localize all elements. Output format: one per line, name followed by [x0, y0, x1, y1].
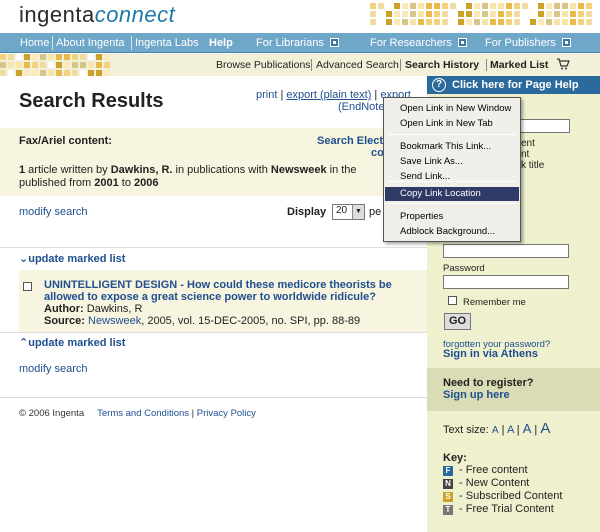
signup-link[interactable]: Sign up here	[443, 389, 510, 401]
subnav-decoration	[0, 54, 110, 76]
text-size-xlarge[interactable]: A	[540, 420, 550, 437]
terms-link[interactable]: Terms and Conditions	[97, 408, 189, 419]
search-electronic-link[interactable]: Search Elect	[317, 135, 383, 147]
modify-search-link[interactable]: modify search	[19, 363, 87, 375]
source-link[interactable]: Newsweek	[88, 315, 141, 327]
content-type-icon: F	[443, 466, 453, 476]
text-size-small[interactable]: A	[492, 425, 499, 436]
result-author: Author: Dawkins, R	[44, 303, 143, 315]
context-menu: Open Link in New Window Open Link in New …	[383, 97, 521, 242]
key-item: N - New Content	[443, 477, 529, 489]
key-item-label: - Free content	[456, 464, 528, 476]
chevron-down-icon: ⌄	[19, 253, 29, 265]
nav-labs[interactable]: Ingenta Labs	[135, 37, 199, 49]
context-menu-item[interactable]: Adblock Background...	[385, 225, 519, 239]
context-menu-item[interactable]: Open Link in New Tab	[385, 117, 519, 131]
chevron-down-icon: ▼	[352, 205, 364, 219]
browse-publications-link[interactable]: Browse Publications	[216, 59, 311, 71]
option-fragment: nt	[521, 149, 530, 160]
help-icon: ?	[432, 78, 446, 92]
page-help-button[interactable]: ? Click here for Page Help	[427, 76, 600, 94]
option-fragment: ent	[521, 138, 535, 149]
username-field[interactable]	[443, 244, 569, 258]
chevron-up-icon: ⌃	[19, 337, 29, 349]
header: ingentaconnect	[0, 0, 600, 33]
menu-separator	[388, 134, 516, 135]
divider	[0, 247, 427, 248]
menu-separator	[388, 203, 516, 204]
export-plain-text-link[interactable]: export (plain text)	[286, 89, 371, 101]
privacy-link[interactable]: Privacy Policy	[197, 408, 256, 419]
go-button[interactable]: GO	[444, 313, 471, 330]
nav-home[interactable]: Home	[20, 37, 49, 49]
display-label: Display	[287, 206, 327, 218]
key-title: Key:	[443, 452, 467, 464]
key-item-label: - Subscribed Content	[456, 490, 563, 502]
nav-librarians[interactable]: For Librarians	[256, 37, 339, 49]
divider	[0, 397, 427, 398]
context-menu-item[interactable]: Copy Link Location	[385, 187, 519, 201]
fax-ariel-label: Fax/Ariel content:	[19, 135, 112, 147]
athens-signin-link[interactable]: Sign in via Athens	[443, 348, 538, 360]
update-marked-list-link[interactable]: ⌄update marked list	[19, 252, 125, 265]
dropdown-icon	[457, 38, 467, 47]
page-title: Search Results	[19, 90, 164, 112]
update-marked-list-link[interactable]: ⌃update marked list	[19, 336, 125, 349]
register-question: Need to register?	[443, 377, 534, 389]
top-navbar: Home About Ingenta Ingenta Labs Help For…	[0, 33, 600, 53]
remember-me-checkbox[interactable]	[448, 296, 457, 305]
footer: © 2006 Ingenta Terms and Conditions | Pr…	[19, 408, 256, 419]
endnote-link[interactable]: (EndNote	[338, 101, 384, 113]
advanced-search-link[interactable]: Advanced Search	[316, 59, 399, 71]
context-menu-item[interactable]: Open Link in New Window	[385, 102, 519, 116]
display-count-select[interactable]: 20 ▼	[332, 204, 365, 220]
nav-researchers[interactable]: For Researchers	[370, 37, 467, 49]
content-type-icon: T	[443, 505, 453, 515]
sub-navbar: Browse Publications Advanced Search Sear…	[0, 54, 600, 76]
menu-separator	[388, 181, 516, 182]
key-item: F - Free content	[443, 464, 528, 476]
password-field[interactable]	[443, 275, 569, 289]
text-size-control: Text size: A | A | A | A	[443, 420, 551, 437]
result-item: UNINTELLIGENT DESIGN - How could these m…	[44, 279, 414, 327]
result-title-link[interactable]: UNINTELLIGENT DESIGN - How could these m…	[44, 279, 414, 303]
marked-list-link[interactable]: Marked List	[490, 59, 548, 71]
password-label: Password	[443, 263, 485, 274]
header-decoration	[370, 3, 592, 25]
content-type-icon: N	[443, 479, 453, 489]
context-menu-item[interactable]: Properties	[385, 210, 519, 224]
result-source: Source: Newsweek, 2005, vol. 15-DEC-2005…	[44, 315, 361, 327]
per-page-label: pe	[369, 206, 382, 218]
key-item: T - Free Trial Content	[443, 503, 554, 515]
print-link[interactable]: print	[256, 89, 277, 101]
remember-me-label: Remember me	[463, 297, 526, 308]
modify-search-link[interactable]: modify search	[19, 206, 87, 218]
key-item-label: - New Content	[456, 477, 530, 489]
context-menu-item[interactable]: Save Link As...	[385, 155, 519, 169]
dropdown-icon	[329, 38, 339, 47]
option-fragment: k title	[521, 160, 545, 171]
ingentaconnect-logo[interactable]: ingentaconnect	[19, 2, 175, 28]
nav-about[interactable]: About Ingenta	[56, 37, 125, 49]
search-summary: 1 article written by Dawkins, R. in publ…	[19, 164, 357, 189]
copyright: © 2006 Ingenta	[19, 408, 85, 419]
search-electronic-link-cont[interactable]: co	[371, 147, 384, 159]
dropdown-icon	[561, 38, 571, 47]
text-size-medium[interactable]: A	[507, 424, 514, 436]
nav-help[interactable]: Help	[209, 37, 233, 49]
text-size-large[interactable]: A	[523, 421, 532, 436]
content-type-icon: S	[443, 492, 453, 502]
key-item-label: - Free Trial Content	[456, 503, 554, 515]
divider	[0, 332, 427, 333]
search-input[interactable]	[520, 119, 570, 133]
context-menu-item[interactable]: Bookmark This Link...	[385, 140, 519, 154]
cart-icon[interactable]	[556, 58, 570, 73]
key-item: S - Subscribed Content	[443, 490, 562, 502]
search-history-link[interactable]: Search History	[405, 59, 479, 71]
result-checkbox[interactable]	[23, 282, 32, 291]
nav-publishers[interactable]: For Publishers	[485, 37, 571, 49]
